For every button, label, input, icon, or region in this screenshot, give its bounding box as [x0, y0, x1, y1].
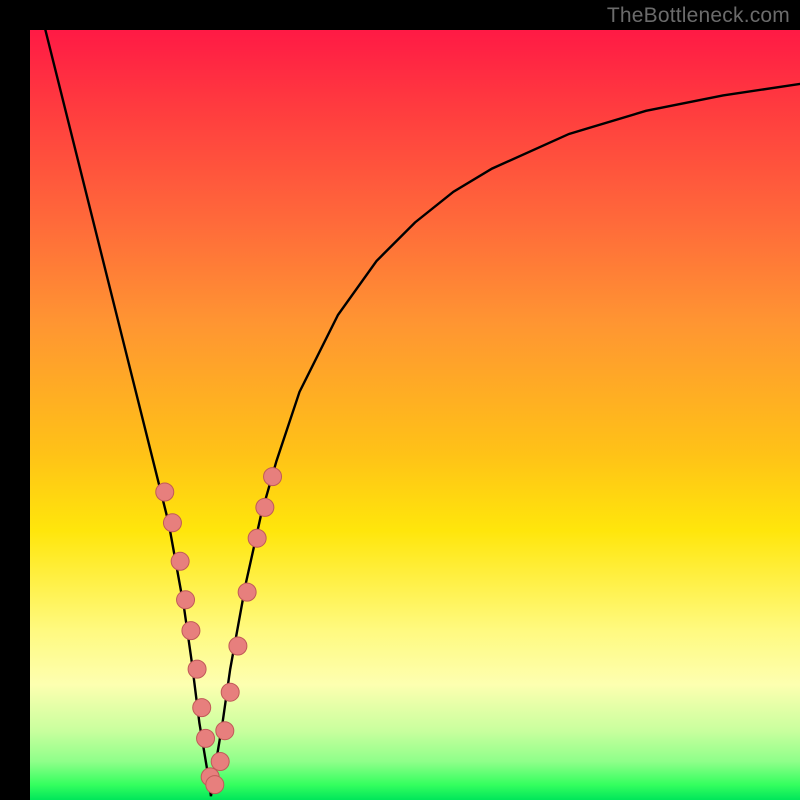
data-point — [171, 552, 189, 570]
data-point — [221, 683, 239, 701]
bottleneck-curve — [45, 30, 800, 796]
chart-svg — [30, 30, 800, 800]
data-point — [182, 622, 200, 640]
data-point — [163, 514, 181, 532]
data-point — [177, 591, 195, 609]
data-point — [238, 583, 256, 601]
data-point — [193, 699, 211, 717]
data-point — [216, 722, 234, 740]
data-point — [229, 637, 247, 655]
data-point — [206, 776, 224, 794]
data-point — [256, 498, 274, 516]
data-point — [211, 753, 229, 771]
data-point — [264, 468, 282, 486]
chart-frame: TheBottleneck.com — [0, 0, 800, 800]
attribution-label: TheBottleneck.com — [607, 4, 790, 28]
data-point — [197, 729, 215, 747]
data-point — [188, 660, 206, 678]
data-point — [156, 483, 174, 501]
data-point — [248, 529, 266, 547]
plot-area — [30, 30, 800, 800]
